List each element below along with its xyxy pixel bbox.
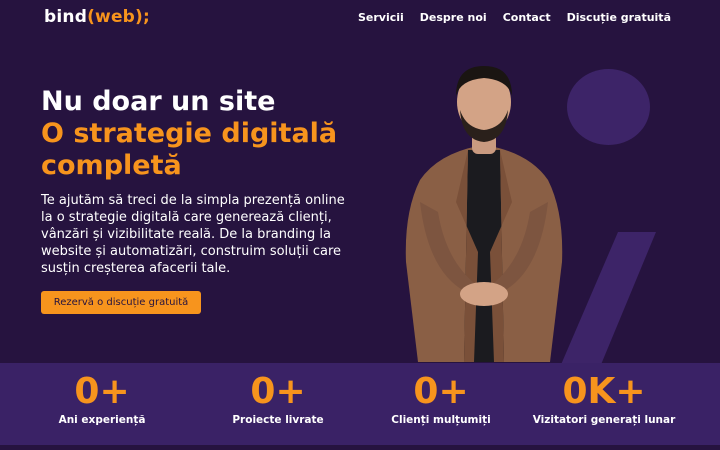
hero-title: Nu doar un site O strategie digitală com… — [41, 86, 381, 182]
site-header: bind(web); Servicii Despre noi Contact D… — [0, 0, 720, 38]
stat-happy-clients: 0+ Clienți mulțumiți — [351, 363, 531, 445]
stat-years-experience: 0+ Ani experiență — [12, 363, 192, 445]
nav-item-despre-noi[interactable]: Despre noi — [420, 11, 487, 24]
stat-value: 0K+ — [562, 371, 646, 412]
book-consultation-button[interactable]: Rezervă o discuție gratuită — [41, 291, 201, 314]
logo-accent: (web); — [87, 7, 151, 27]
stat-value: 0+ — [74, 371, 130, 412]
stat-value: 0+ — [413, 371, 469, 412]
stat-label: Ani experiență — [58, 414, 146, 426]
decorative-shape — [560, 232, 656, 367]
logo-text: bind — [44, 7, 88, 27]
hero-title-line2: O strategie digitală completă — [41, 118, 338, 181]
hero-person-photo — [405, 66, 563, 362]
hero-title-line1: Nu doar un site — [41, 86, 276, 117]
nav-item-servicii[interactable]: Servicii — [358, 11, 404, 24]
stats-band: 0+ Ani experiență 0+ Proiecte livrate 0+… — [0, 363, 720, 445]
main-nav: Servicii Despre noi Contact Discuție gra… — [358, 11, 671, 24]
stat-value: 0+ — [250, 371, 306, 412]
logo[interactable]: bind(web); — [44, 7, 150, 27]
stat-projects-delivered: 0+ Proiecte livrate — [188, 363, 368, 445]
stat-label: Clienți mulțumiți — [391, 414, 491, 426]
decorative-circle — [567, 69, 650, 145]
bottom-strip — [0, 445, 720, 450]
nav-item-discutie-gratuita[interactable]: Discuție gratuită — [567, 11, 671, 24]
stat-label: Vizitatori generați lunar — [532, 414, 676, 426]
hero-description: Te ajutăm să treci de la simpla prezență… — [41, 193, 345, 276]
nav-item-contact[interactable]: Contact — [503, 11, 551, 24]
stat-monthly-visitors: 0K+ Vizitatori generați lunar — [514, 363, 694, 445]
stat-label: Proiecte livrate — [232, 414, 324, 426]
